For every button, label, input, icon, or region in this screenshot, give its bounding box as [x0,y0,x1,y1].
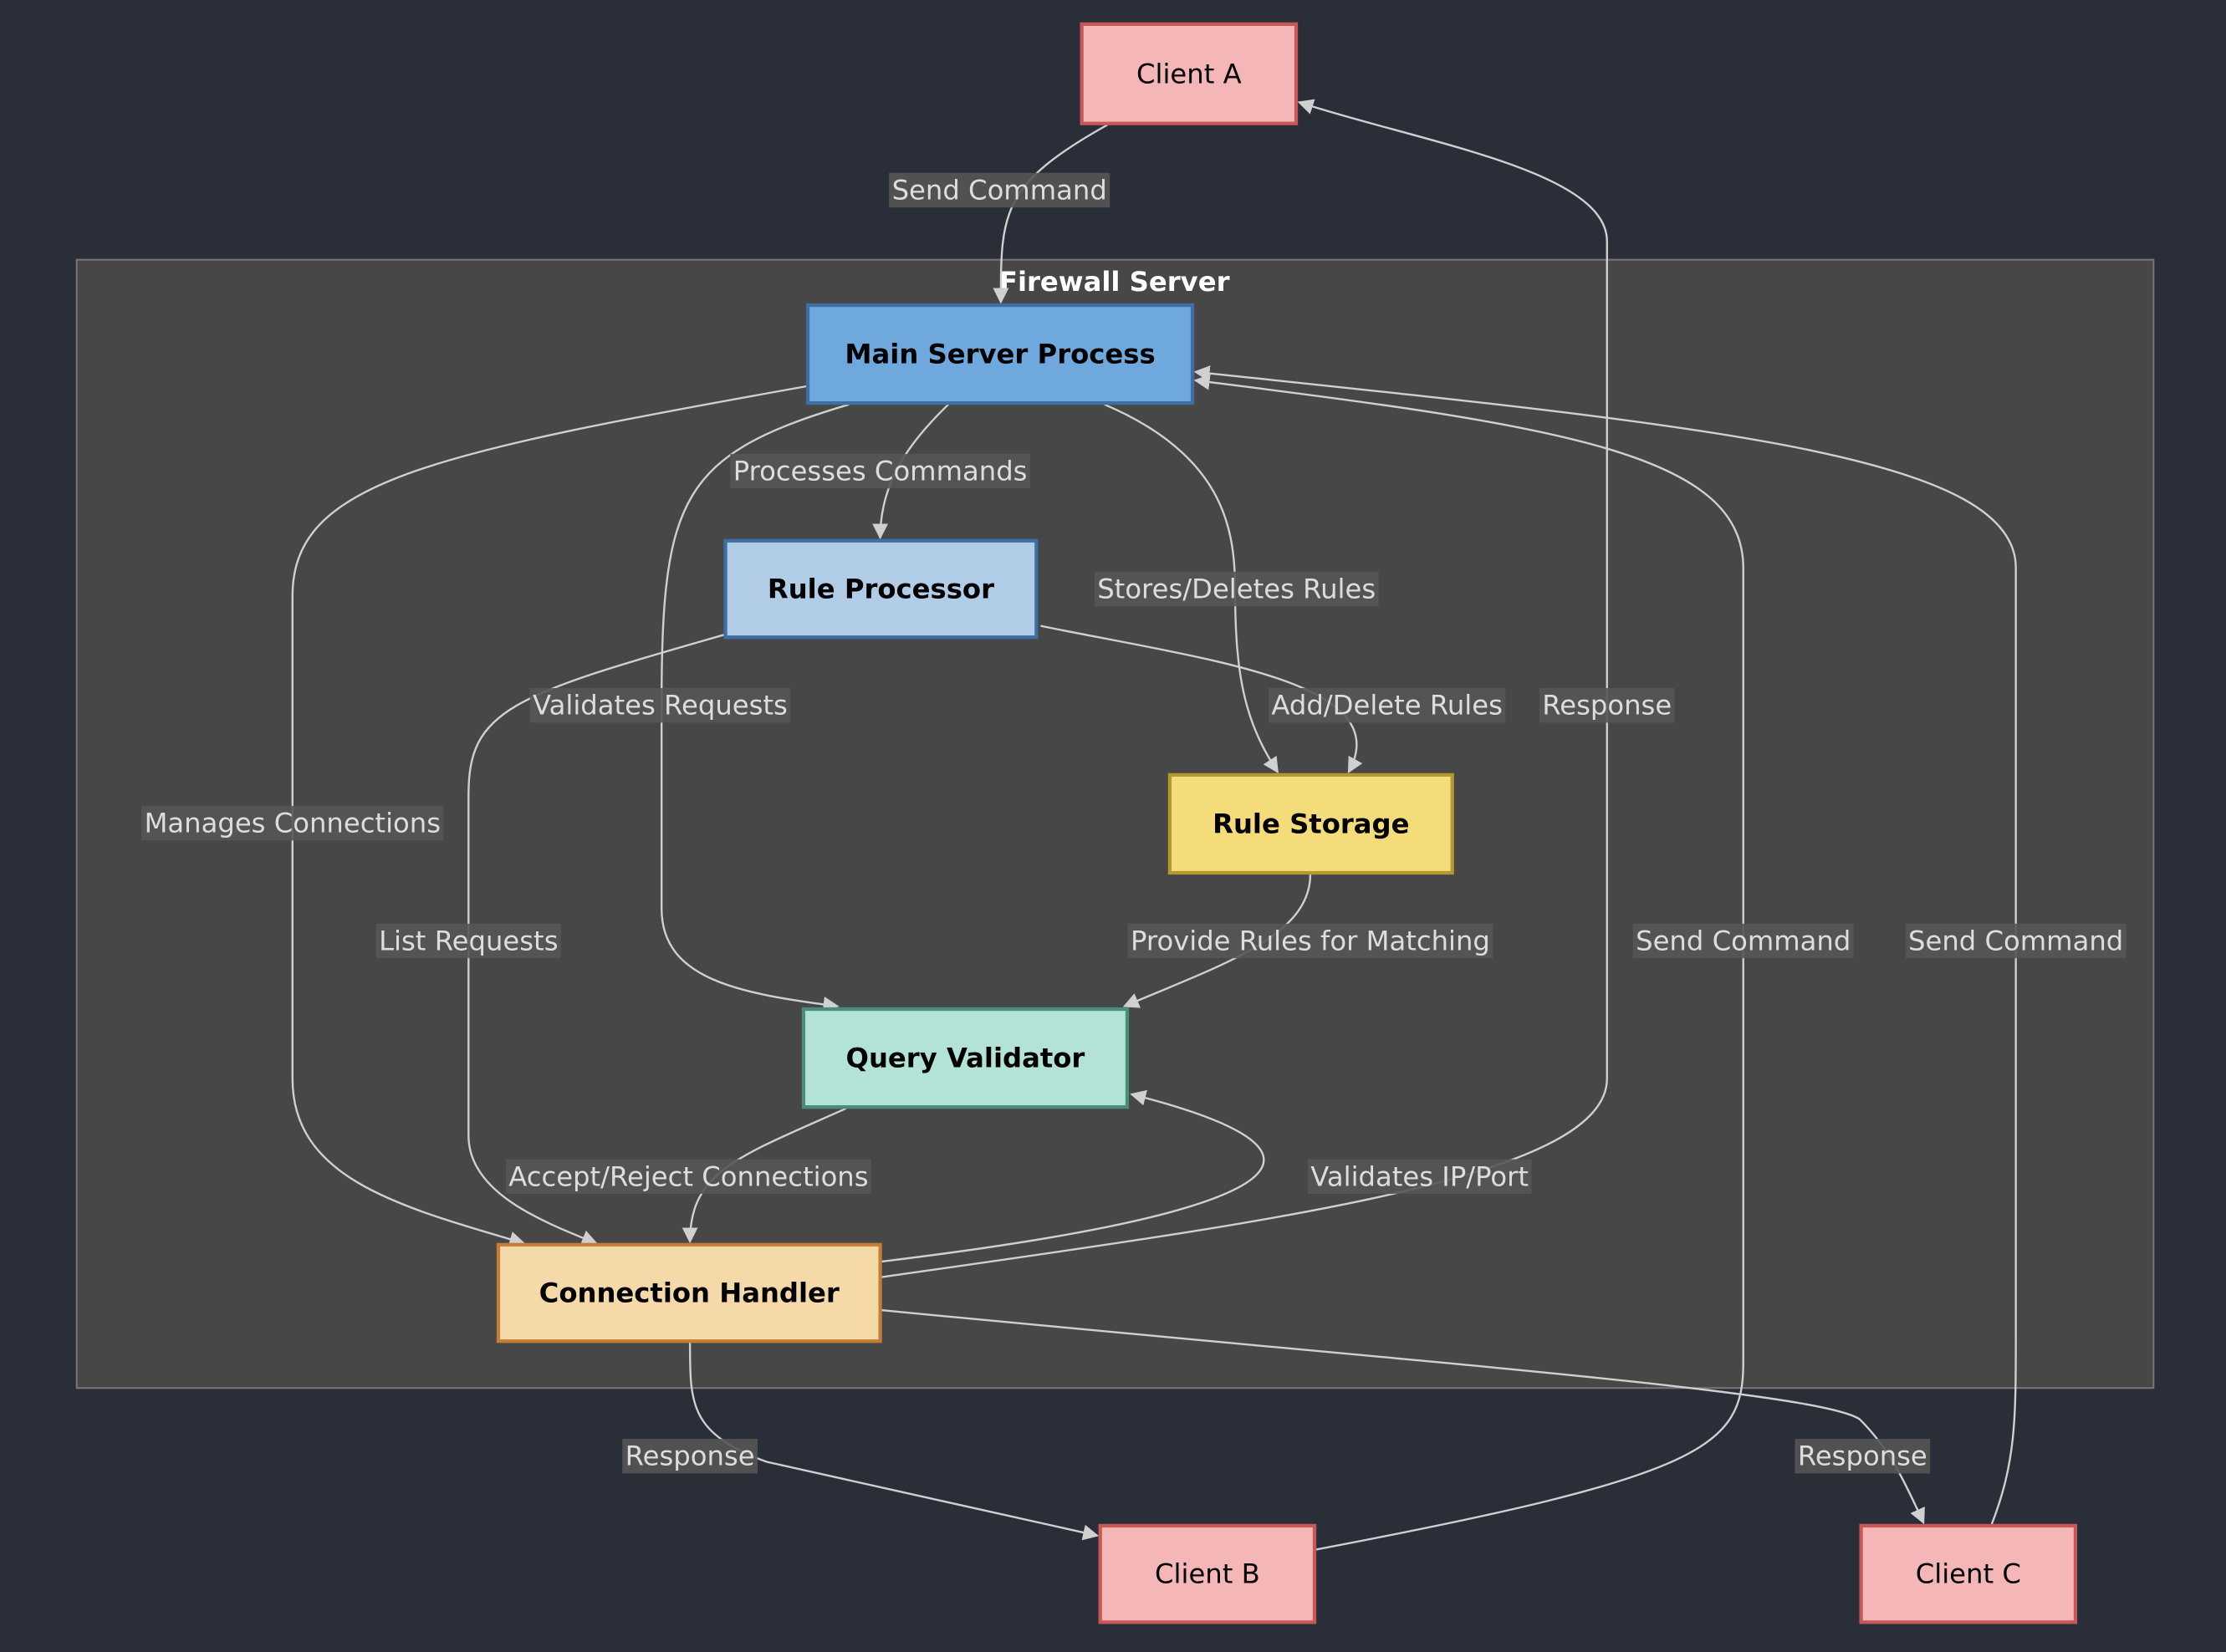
edge-label-text: Accept/Reject Connections [508,1160,868,1192]
edge-label-text: Response [1542,690,1672,721]
cluster-title: Firewall Server [999,266,1230,298]
edge-label-text: Provide Rules for Matching [1131,925,1490,957]
node-ruleProc[interactable]: Rule Processor [723,538,1039,640]
node-conn[interactable]: Connection Handler [496,1242,882,1344]
firewall-diagram: Firewall Server Client A Main Server Proc… [0,0,2226,1652]
node-validator[interactable]: Query Validator [801,1007,1130,1109]
edge-label: Manages Connections [141,805,444,841]
node-clientA[interactable]: Client A [1080,22,1299,125]
edge-label-text: Response [1798,1440,1927,1472]
edge-label: Processes Commands [730,453,1030,489]
node-label: Rule Processor [768,574,994,605]
edge-label-text: Manages Connections [145,808,441,839]
node-label: Main Server Process [845,339,1155,370]
edge-label-text: Add/Delete Rules [1271,690,1503,721]
edge-label-text: Response [625,1440,755,1472]
node-ruleStore[interactable]: Rule Storage [1167,772,1454,875]
node-label: Connection Handler [539,1277,840,1309]
edge-label: Response [1795,1439,1931,1474]
edge-label: Validates Requests [529,688,791,723]
node-label: Client A [1136,58,1242,89]
edge-label: Validates IP/Port [1307,1159,1532,1195]
edge-label: Send Command [1905,923,2126,959]
edge-label: Add/Delete Rules [1268,688,1506,723]
edge-label-text: Send Command [1908,925,2123,957]
node-main[interactable]: Main Server Process [805,303,1195,405]
edge-label: Provide Rules for Matching [1127,923,1493,959]
edge-label: List Requests [375,923,561,959]
node-clientB[interactable]: Client B [1098,1523,1317,1624]
edge-label-text: List Requests [379,925,558,957]
node-label: Client B [1155,1558,1260,1590]
edge-label: Accept/Reject Connections [505,1159,871,1195]
node-label: Client C [1916,1558,2021,1590]
edge-label-text: Send Command [892,174,1107,206]
edge-label: Response [1539,688,1675,723]
edge-label: Response [622,1439,758,1474]
edge-label: Send Command [889,172,1110,208]
edge-label-text: Stores/Deletes Rules [1097,574,1376,605]
node-label: Query Validator [846,1043,1085,1074]
edge-label-text: Validates IP/Port [1310,1160,1529,1192]
node-clientC[interactable]: Client C [1859,1523,2078,1624]
edge-label-text: Validates Requests [533,690,788,721]
edge-label: Stores/Deletes Rules [1094,571,1379,607]
node-label: Rule Storage [1213,808,1409,839]
edge-label: Send Command [1632,923,1854,959]
edge-label-text: Send Command [1636,925,1851,957]
edge-label-text: Processes Commands [733,456,1028,487]
